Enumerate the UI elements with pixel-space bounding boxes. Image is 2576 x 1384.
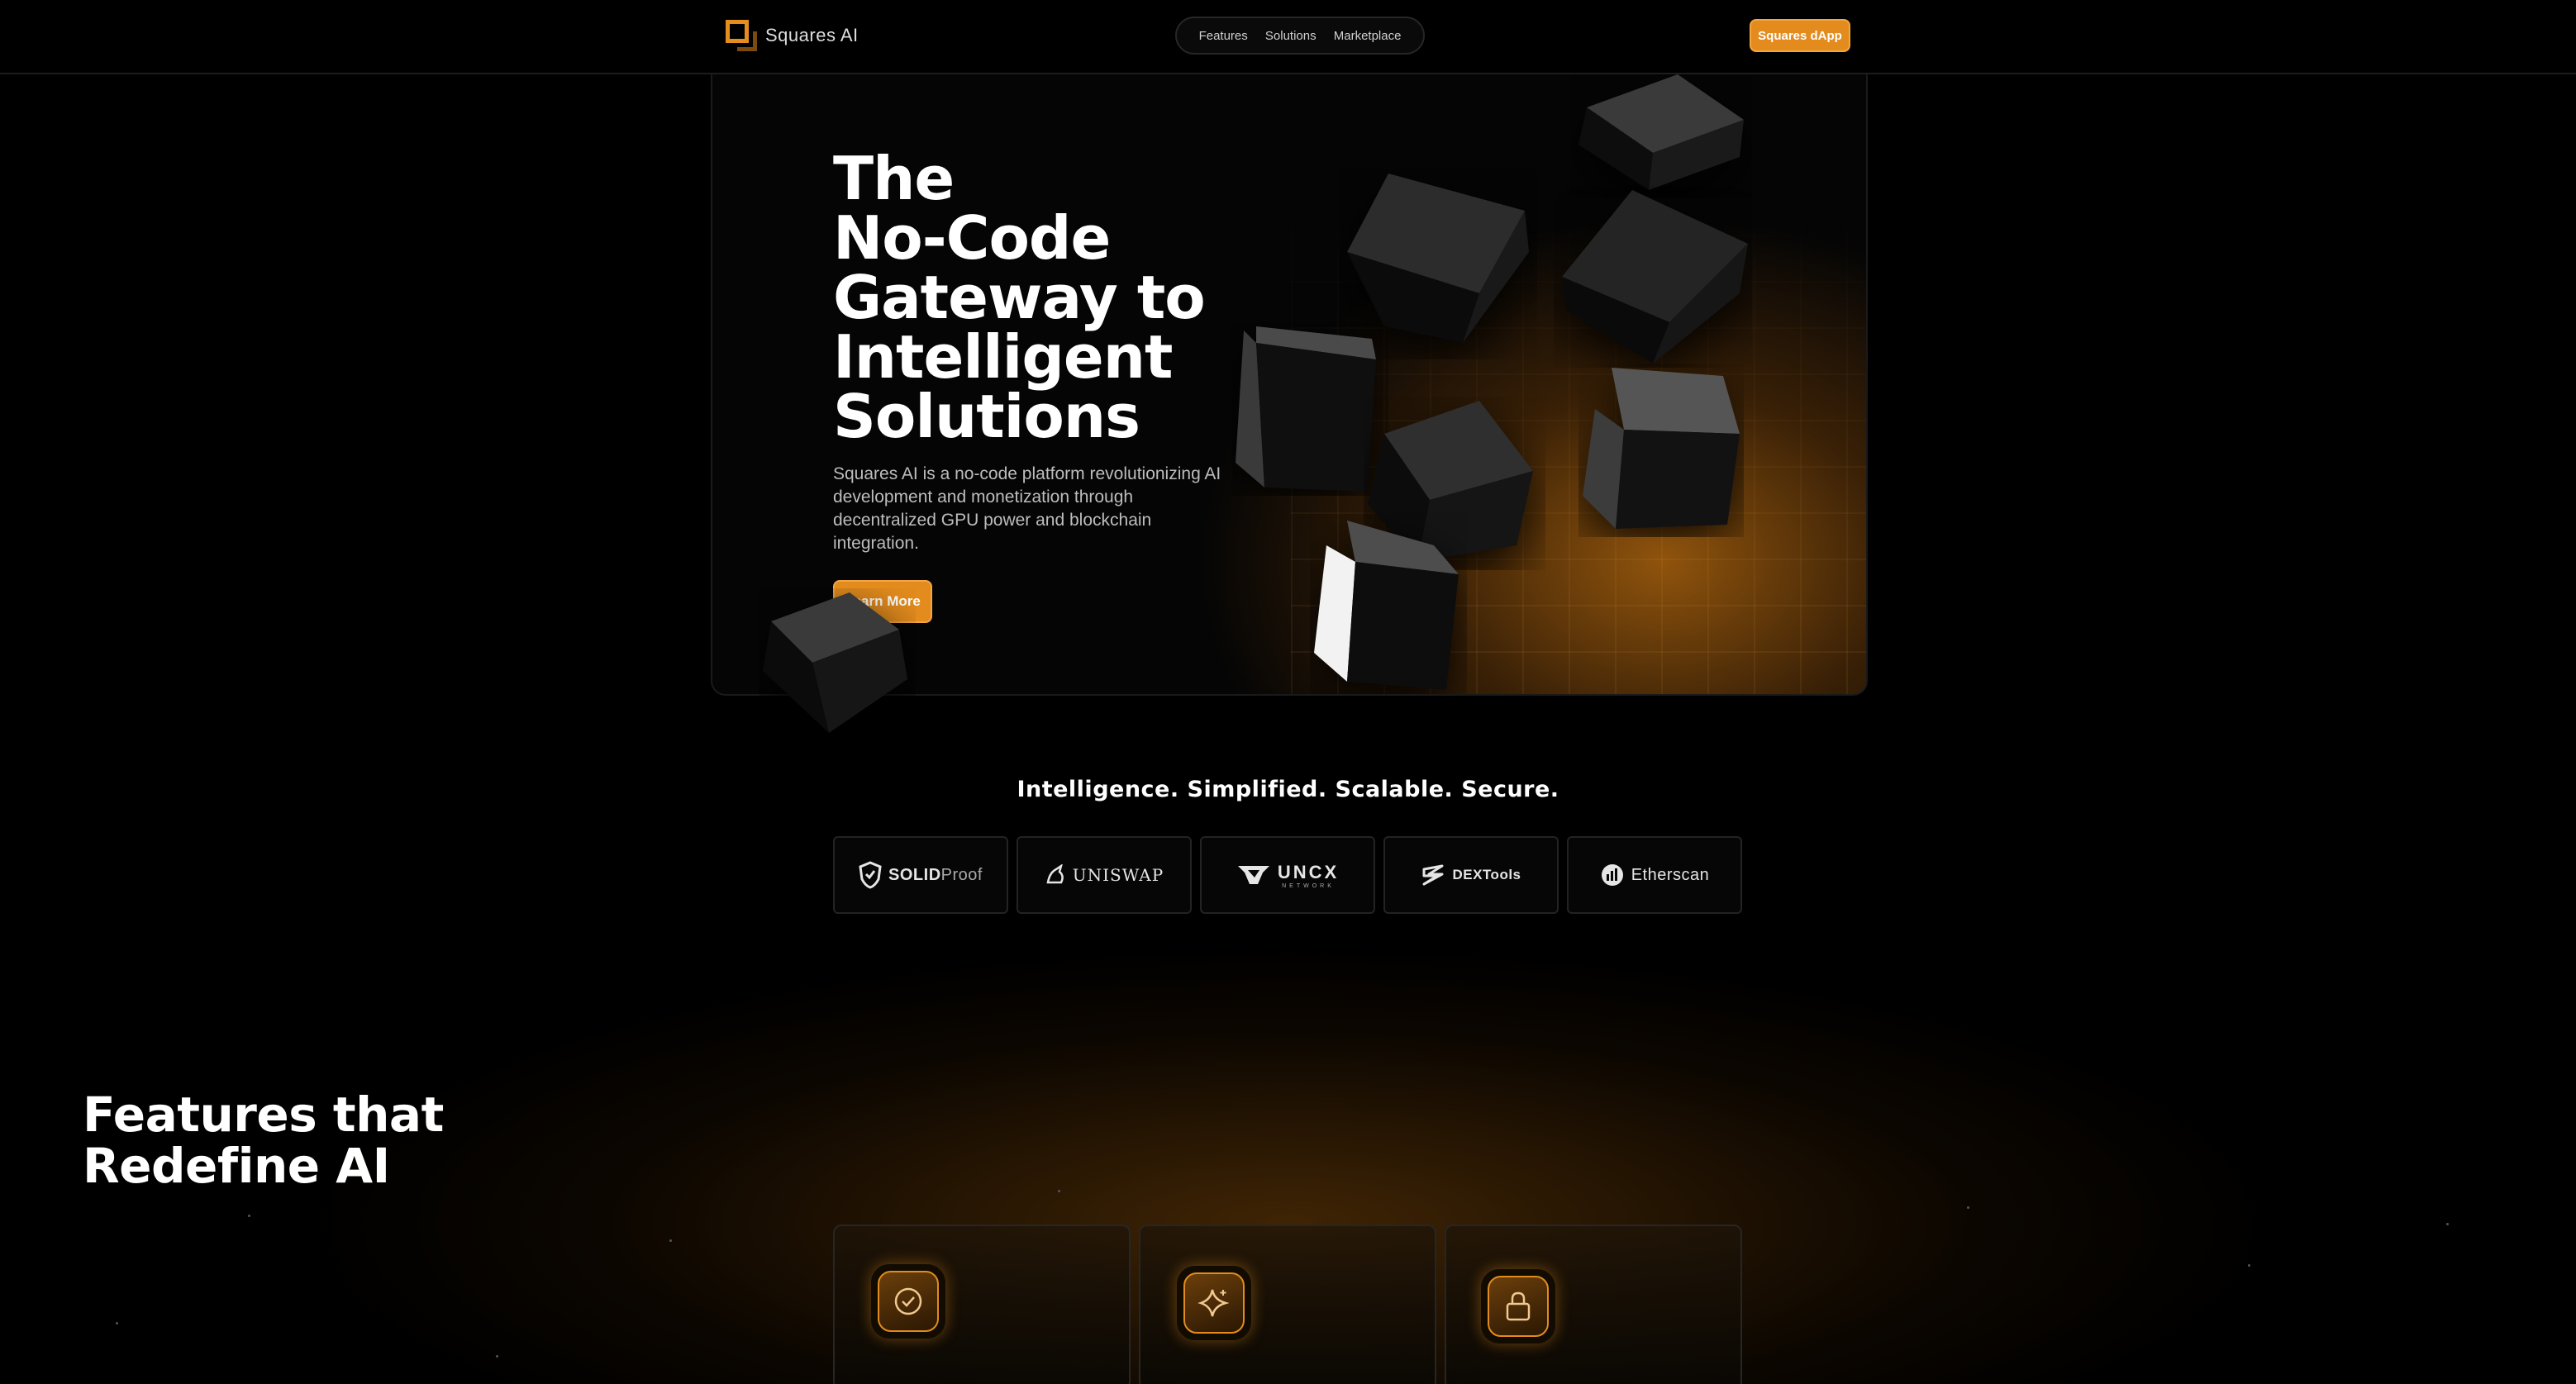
cube-decoration xyxy=(763,592,907,733)
squares-dapp-button[interactable]: Squares dApp xyxy=(1750,19,1850,52)
features-heading-line: Redefine AI xyxy=(83,1138,390,1194)
hero-title-line: Gateway to xyxy=(833,263,1206,332)
partner-etherscan[interactable]: Etherscan xyxy=(1567,836,1742,914)
top-navigation: Squares AI Features Solutions Marketplac… xyxy=(0,0,2576,74)
feature-card[interactable] xyxy=(1445,1225,1742,1384)
brand-name: Squares AI xyxy=(765,25,859,45)
partner-subname: NETWORK xyxy=(1282,882,1335,889)
feature-card[interactable] xyxy=(833,1225,1131,1384)
sparkle-icon xyxy=(1198,1289,1230,1317)
hero-title-line: Intelligent xyxy=(833,322,1173,392)
tagline: Intelligence. Simplified. Scalable. Secu… xyxy=(1017,777,1559,802)
partner-uncx[interactable]: UNCX NETWORK xyxy=(1200,836,1375,914)
nav-link-marketplace[interactable]: Marketplace xyxy=(1334,29,1402,43)
partner-name: UNISWAP xyxy=(1072,865,1164,885)
star-dot xyxy=(248,1215,250,1217)
squares-logo-icon xyxy=(726,20,757,51)
star-dot xyxy=(2248,1264,2250,1267)
dextools-logo-icon xyxy=(1422,864,1444,886)
star-dot xyxy=(669,1239,672,1242)
partner-name: DEXTools xyxy=(1452,867,1521,882)
unicorn-icon xyxy=(1046,864,1064,884)
lock-icon xyxy=(1506,1291,1531,1321)
partner-solidproof[interactable]: SOLID Proof xyxy=(833,836,1008,914)
partner-dextools[interactable]: DEXTools xyxy=(1383,836,1559,914)
feature-card[interactable] xyxy=(1139,1225,1436,1384)
partner-name: UNCX xyxy=(1277,861,1340,882)
shield-icon xyxy=(859,861,882,889)
star-dot xyxy=(1058,1190,1060,1192)
hero-title-line: The xyxy=(833,144,955,213)
nav-link-features[interactable]: Features xyxy=(1199,29,1248,43)
check-circle-icon xyxy=(894,1287,922,1315)
star-dot xyxy=(116,1322,118,1325)
hero-description: Squares AI is a no-code platform revolut… xyxy=(833,464,1221,553)
partner-uniswap[interactable]: UNISWAP xyxy=(1017,836,1192,914)
features-heading: Features that Redefine AI xyxy=(83,1089,579,1191)
nav-links: Features Solutions Marketplace xyxy=(1175,17,1425,55)
feature-icon-frame xyxy=(1177,1266,1251,1340)
hero-title: The No-Code Gateway to Intelligent Solut… xyxy=(833,149,1296,446)
star-dot xyxy=(1967,1206,1969,1209)
nav-link-solutions[interactable]: Solutions xyxy=(1265,29,1317,43)
feature-icon-frame xyxy=(1481,1269,1555,1344)
brand-logo[interactable]: Squares AI xyxy=(726,20,859,51)
etherscan-logo-icon xyxy=(1601,864,1623,886)
cube-decoration xyxy=(1583,368,1740,529)
cube-decoration xyxy=(1578,74,1744,190)
features-heading-line: Features that xyxy=(83,1087,444,1143)
star-dot xyxy=(496,1355,498,1358)
cube-decoration xyxy=(1314,521,1459,690)
partner-logos: SOLID Proof UNISWAP UNCX NETWORK DEXTools… xyxy=(833,836,1742,914)
cube-decoration xyxy=(1562,190,1748,364)
star-dot xyxy=(2446,1223,2449,1225)
hero-title-line: No-Code xyxy=(833,203,1111,273)
feature-icon-frame xyxy=(871,1264,945,1339)
partner-name: SOLID xyxy=(888,865,941,884)
partner-name-suffix: Proof xyxy=(940,865,983,884)
partner-name: Etherscan xyxy=(1631,865,1710,884)
hero-title-line: Solutions xyxy=(833,382,1140,451)
uncx-logo-icon xyxy=(1237,866,1269,884)
